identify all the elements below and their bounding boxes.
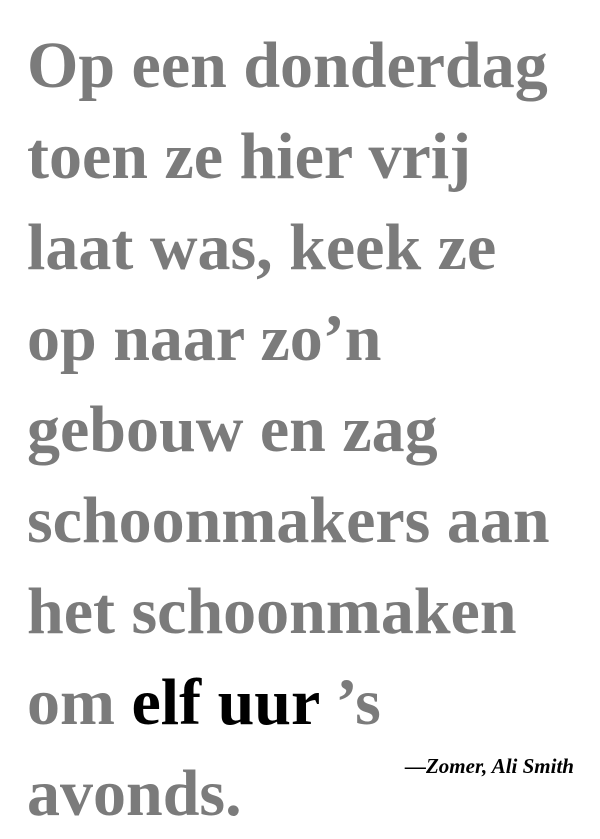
quote-line-5: gebouw en zag bbox=[27, 393, 438, 466]
quote-line-2: toen ze hier vrij bbox=[27, 120, 472, 193]
quote-line-7: het schoonmaken bbox=[27, 575, 517, 648]
quote-line-6: schoonmakers aan bbox=[27, 484, 550, 557]
quote-line-1: Op een donderdag bbox=[27, 29, 548, 102]
quote-text: Op een donderdag toen ze hier vrij laat … bbox=[27, 20, 587, 839]
quote-line-4: op naar zo’n bbox=[27, 302, 382, 375]
attribution: —Zomer, Ali Smith bbox=[404, 754, 574, 778]
quote-line-8-after: ’s bbox=[319, 666, 381, 739]
quote-emphasis: elf uur bbox=[131, 666, 320, 739]
quote-line-8-before: om bbox=[27, 666, 132, 739]
quote-line-8: om elf uur ’s bbox=[27, 657, 587, 748]
quote-line-3: laat was, keek ze bbox=[27, 211, 497, 284]
